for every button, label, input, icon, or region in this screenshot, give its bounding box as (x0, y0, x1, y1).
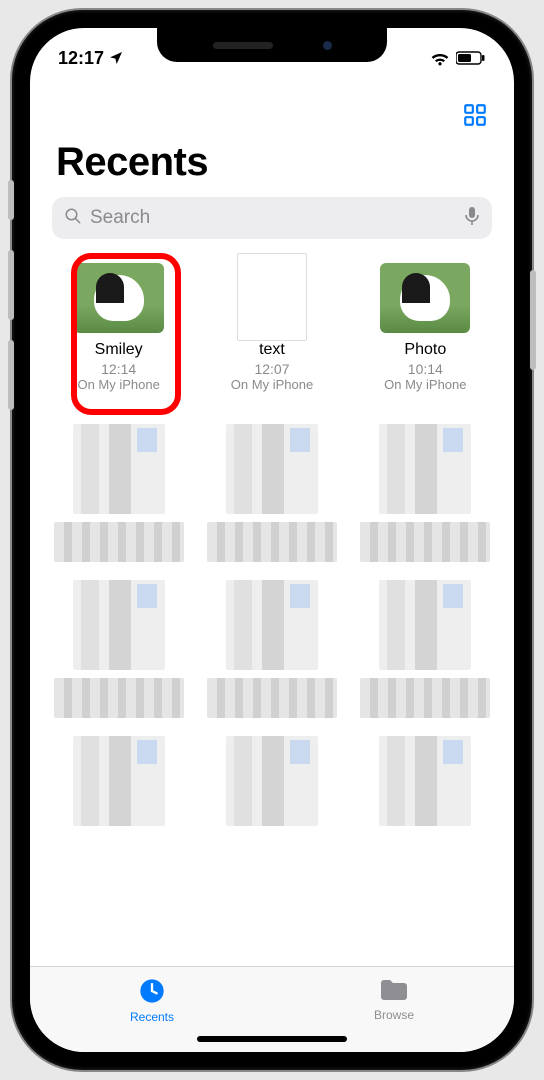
battery-icon (456, 51, 486, 65)
file-thumbnail (380, 263, 470, 333)
file-item-text[interactable]: text 12:07 On My iPhone (202, 263, 342, 392)
file-item-photo[interactable]: Photo 10:14 On My iPhone (355, 263, 495, 392)
notch (157, 28, 387, 62)
home-indicator[interactable] (197, 1036, 347, 1042)
file-name: text (202, 341, 342, 359)
device-frame: 12:17 Recents (12, 10, 532, 1070)
volume-up (8, 250, 14, 320)
file-item-smiley[interactable]: Smiley 12:14 On My iPhone (49, 263, 189, 392)
location-icon (108, 50, 124, 66)
search-bar[interactable] (52, 197, 492, 239)
blurred-row (42, 736, 502, 834)
file-thumbnail (237, 253, 307, 341)
search-icon (64, 207, 82, 230)
file-location: On My iPhone (355, 377, 495, 392)
file-thumbnail (74, 263, 164, 333)
screen: 12:17 Recents (30, 28, 514, 1052)
file-time: 12:07 (202, 361, 342, 377)
clock-icon (138, 977, 166, 1008)
file-grid[interactable]: Smiley 12:14 On My iPhone text 12:07 On … (30, 253, 514, 966)
power-button (530, 270, 536, 370)
search-input[interactable] (90, 207, 456, 229)
file-time: 10:14 (355, 361, 495, 377)
status-time: 12:17 (58, 48, 104, 69)
volume-down (8, 340, 14, 410)
wifi-icon (430, 50, 450, 66)
view-options-icon[interactable] (462, 102, 488, 128)
dictation-icon[interactable] (464, 206, 480, 231)
file-location: On My iPhone (202, 377, 342, 392)
tab-label: Recents (130, 1010, 174, 1024)
tab-recents[interactable]: Recents (130, 977, 174, 1024)
blurred-row (42, 424, 502, 562)
tab-browse[interactable]: Browse (374, 977, 414, 1022)
blurred-row (42, 580, 502, 718)
file-name: Photo (355, 341, 495, 359)
page-title: Recents (30, 134, 514, 197)
tab-label: Browse (374, 1008, 414, 1022)
file-time: 12:14 (49, 361, 189, 377)
file-name: Smiley (49, 341, 189, 359)
folder-icon (379, 977, 409, 1006)
mute-switch (8, 180, 14, 220)
file-location: On My iPhone (49, 377, 189, 392)
